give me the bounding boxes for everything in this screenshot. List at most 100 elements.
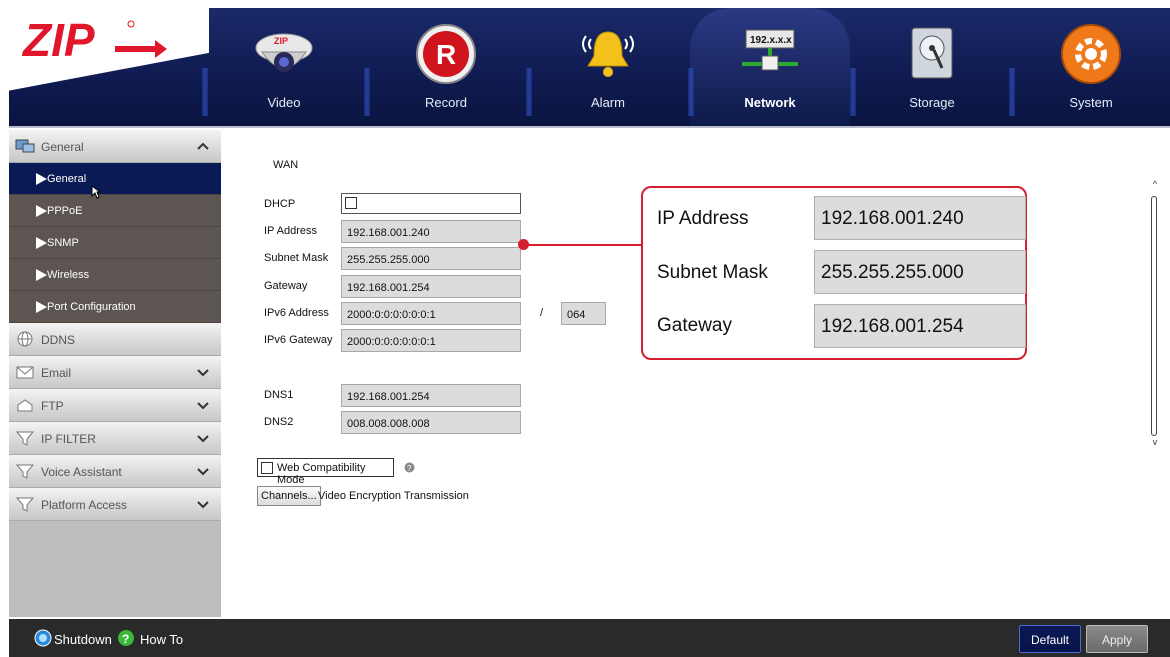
dns1-field[interactable]: 192.168.001.254	[341, 384, 521, 407]
svg-text:192.x.x.x: 192.x.x.x	[750, 35, 792, 46]
funnel-icon	[15, 464, 35, 479]
how-to-label[interactable]: How To	[140, 632, 183, 647]
dhcp-label: DHCP	[264, 198, 296, 210]
nav-separator	[1009, 68, 1015, 116]
sidebar-section-label: Voice Assistant	[41, 465, 122, 479]
callout-leader-line	[524, 244, 642, 246]
triangle-right-icon	[36, 269, 47, 281]
sidebar-item-label: General	[47, 173, 87, 185]
ip-address-field[interactable]: 192.168.001.240	[341, 220, 521, 243]
scroll-up-icon[interactable]: ^	[1150, 180, 1160, 189]
svg-text:ZIP: ZIP	[274, 36, 288, 46]
sidebar-section-label: Email	[41, 366, 72, 380]
ftp-icon	[17, 399, 33, 412]
nav-network-label: Network	[744, 95, 796, 110]
sidebar-section-label: Platform Access	[41, 498, 128, 512]
sidebar-item-label: Port Configuration	[47, 301, 136, 313]
gateway-field[interactable]: 192.168.001.254	[341, 275, 521, 298]
help-circle-icon[interactable]: ?	[117, 629, 135, 647]
dhcp-row-box	[341, 193, 521, 214]
sidebar-section-ip-filter[interactable]: IP FILTER	[9, 422, 221, 455]
gateway-label: Gateway	[264, 280, 308, 292]
chevron-down-icon	[197, 468, 209, 476]
ip-address-label: IP Address	[264, 225, 317, 237]
dns2-field[interactable]: 008.008.008.008	[341, 411, 521, 434]
top-nav-bar: ZIP ZIP Video R Record Alarm 192.x.x.x N…	[9, 8, 1170, 126]
svg-text:?: ?	[407, 464, 412, 473]
nav-system-label: System	[1069, 95, 1113, 110]
sidebar-item-wireless[interactable]: Wireless	[9, 259, 221, 291]
nav-storage[interactable]: Storage	[852, 8, 1012, 126]
callout-gateway-field: 192.168.001.254	[814, 304, 1026, 348]
chevron-up-icon	[197, 142, 209, 150]
nav-network[interactable]: 192.x.x.x Network	[690, 8, 850, 126]
alarm-bell-icon	[582, 31, 634, 77]
triangle-right-icon	[36, 205, 47, 217]
mouse-cursor-icon	[91, 185, 101, 199]
sidebar-section-ftp[interactable]: FTP	[9, 389, 221, 422]
sidebar-section-email[interactable]: Email	[9, 356, 221, 389]
scroll-down-icon[interactable]: v	[1150, 438, 1160, 447]
nav-video-label: Video	[267, 95, 301, 110]
ipv6-address-label: IPv6 Address	[264, 307, 329, 319]
nav-system[interactable]: System	[1011, 8, 1170, 126]
sidebar-item-pppoe[interactable]: PPPoE	[9, 195, 221, 227]
default-button[interactable]: Default	[1019, 625, 1081, 653]
nav-separator	[364, 68, 370, 116]
nav-separator	[850, 68, 856, 116]
funnel-icon	[15, 497, 35, 512]
subnet-mask-label: Subnet Mask	[264, 252, 329, 264]
nav-record-label: Record	[425, 95, 467, 110]
subnet-mask-field[interactable]: 255.255.255.000	[341, 247, 521, 270]
triangle-right-icon	[36, 237, 47, 249]
callout-ip-label: IP Address	[657, 208, 749, 229]
sidebar-item-port-configuration[interactable]: Port Configuration	[9, 291, 221, 323]
web-compatibility-checkbox[interactable]	[261, 462, 273, 474]
web-compatibility-label: Web Compatibility Mode	[277, 462, 366, 486]
nav-separator	[526, 68, 532, 116]
sidebar-item-general[interactable]: General	[9, 163, 221, 195]
hard-disk-icon	[911, 27, 953, 79]
dns1-label: DNS1	[264, 389, 294, 401]
nav-separator	[202, 68, 208, 116]
nav-video[interactable]: ZIP Video	[204, 8, 364, 126]
ipv6-address-field[interactable]: 2000:0:0:0:0:0:0:1	[341, 302, 521, 325]
nav-storage-label: Storage	[909, 95, 955, 110]
sidebar-section-general[interactable]: General	[9, 130, 221, 163]
svg-text:R: R	[436, 39, 456, 70]
nav-alarm[interactable]: Alarm	[528, 8, 688, 126]
help-icon[interactable]: ?	[404, 462, 415, 473]
shutdown-icon[interactable]	[34, 629, 52, 647]
envelope-icon	[16, 366, 34, 379]
nav-record[interactable]: R Record	[366, 8, 526, 126]
sidebar-item-label: PPPoE	[47, 205, 83, 217]
section-title-wan: WAN	[273, 159, 299, 171]
nav-alarm-label: Alarm	[591, 95, 625, 110]
gear-icon	[1061, 24, 1121, 84]
sidebar-section-label: General	[41, 140, 84, 154]
sidebar-item-label: Wireless	[47, 269, 90, 281]
shutdown-label[interactable]: Shutdown	[54, 632, 112, 647]
chevron-down-icon	[197, 435, 209, 443]
web-compatibility-toggle[interactable]: Web Compatibility Mode	[257, 458, 394, 486]
camera-icon: ZIP	[255, 33, 313, 72]
callout-gateway-label: Gateway	[657, 315, 732, 336]
zip-logo: ZIP	[21, 16, 167, 66]
sidebar-section-ddns[interactable]: DDNS	[9, 323, 221, 356]
network-icon: 192.x.x.x	[742, 29, 798, 71]
sidebar-section-platform-access[interactable]: Platform Access	[9, 488, 221, 521]
network-computer-icon	[15, 139, 35, 153]
sidebar-section-voice-assistant[interactable]: Voice Assistant	[9, 455, 221, 488]
svg-text:?: ?	[122, 632, 129, 646]
ipv6-prefix-field[interactable]: 064	[561, 302, 606, 325]
vertical-scrollbar[interactable]	[1151, 196, 1157, 436]
sidebar-section-label: FTP	[41, 399, 64, 413]
channels-button[interactable]: Channels...	[257, 486, 321, 506]
chevron-down-icon	[197, 402, 209, 410]
dhcp-checkbox[interactable]	[345, 197, 357, 209]
sidebar-item-snmp[interactable]: SNMP	[9, 227, 221, 259]
sidebar: General General PPPoE SNMP Wireless Port…	[9, 130, 221, 617]
ipv6-gateway-field[interactable]: 2000:0:0:0:0:0:0:1	[341, 329, 521, 352]
apply-button[interactable]: Apply	[1086, 625, 1148, 653]
nav-separator	[688, 68, 694, 116]
